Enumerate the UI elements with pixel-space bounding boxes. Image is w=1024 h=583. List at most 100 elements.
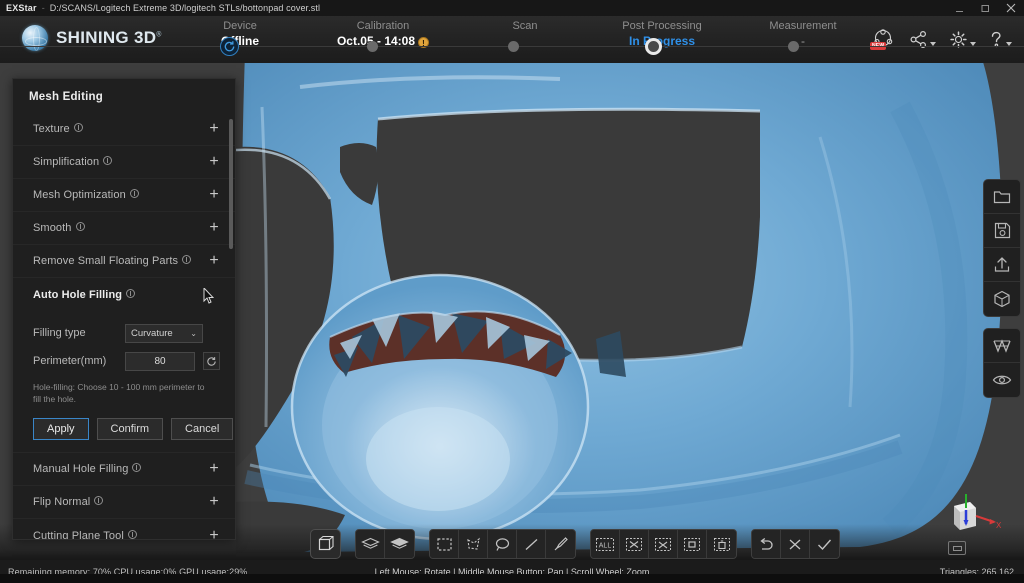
window-controls — [946, 0, 1024, 16]
info-icon[interactable] — [130, 189, 139, 198]
mesh-tool-label: Flip Normal — [33, 496, 103, 508]
plus-icon[interactable]: + — [207, 528, 221, 540]
panel-scrollbar[interactable] — [229, 119, 233, 249]
mesh-tool-cutting-plane-tool[interactable]: Cutting Plane Tool + — [13, 519, 235, 539]
mesh-tool-label: Auto Hole Filling — [33, 289, 135, 301]
step-post-processing-label: Post Processing — [582, 19, 742, 33]
step-measurement[interactable]: Measurement - — [723, 19, 883, 49]
select-through-layers-icon[interactable] — [356, 530, 385, 558]
reset-icon[interactable] — [203, 352, 220, 370]
export-upload-icon[interactable] — [984, 248, 1020, 282]
plus-icon[interactable]: + — [207, 461, 221, 477]
svg-text:ALL: ALL — [599, 542, 612, 549]
step-calibration[interactable]: Calibration Oct.05 - 14:08! — [303, 19, 463, 49]
confirm-button[interactable]: Confirm — [97, 418, 164, 440]
line-select-icon[interactable] — [517, 530, 546, 558]
lasso-select-icon[interactable] — [488, 530, 517, 558]
plus-icon[interactable]: + — [207, 253, 221, 269]
mesh-tool-texture[interactable]: Texture + — [13, 113, 235, 146]
mesh-tool-label: Texture — [33, 123, 83, 135]
plus-icon[interactable]: + — [207, 121, 221, 137]
view-tools-rail-secondary — [983, 328, 1021, 398]
filling-type-select[interactable]: Curvature ⌄ — [125, 324, 203, 343]
info-icon[interactable] — [128, 530, 137, 539]
mesh-tool-label: Smooth — [33, 222, 85, 234]
step-measurement-label: Measurement — [723, 19, 883, 33]
orientation-gizmo[interactable]: X — [932, 490, 1002, 548]
chevron-down-icon — [970, 42, 976, 46]
mesh-tool-auto-hole-filling[interactable]: Auto Hole Filling — [13, 278, 235, 311]
maximize-icon[interactable] — [972, 0, 998, 16]
title-separator: - — [42, 3, 45, 13]
step-dot-device[interactable] — [220, 37, 239, 56]
mesh-tool-label: Cutting Plane Tool — [33, 530, 137, 540]
step-device-label: Device — [160, 19, 320, 33]
mesh-tool-flip-normal[interactable]: Flip Normal + — [13, 486, 235, 519]
brush-select-icon[interactable] — [546, 530, 575, 558]
mesh-wireframe-icon[interactable] — [984, 329, 1020, 363]
mouse-cursor — [203, 288, 214, 309]
expand-selection-icon[interactable] — [678, 530, 707, 558]
step-calibration-label: Calibration — [303, 19, 463, 33]
close-icon[interactable] — [998, 0, 1024, 16]
perimeter-row: Perimeter(mm) 80 — [33, 347, 221, 375]
step-dot-measurement[interactable] — [788, 41, 799, 52]
plus-icon[interactable]: + — [207, 187, 221, 203]
undo-icon[interactable] — [752, 530, 781, 558]
selection-mode-group — [355, 529, 415, 559]
mesh-tool-simplification[interactable]: Simplification + — [13, 146, 235, 179]
selection-action-group: ALL — [590, 529, 737, 559]
deselect-all-icon[interactable] — [620, 530, 649, 558]
info-icon[interactable] — [126, 289, 135, 298]
polygon-select-icon[interactable] — [459, 530, 488, 558]
selection-toolbar: ALL — [310, 528, 840, 560]
plus-icon[interactable]: + — [207, 154, 221, 170]
exstar-application-window: EXStar - D:/SCANS/Logitech Extreme 3D/lo… — [0, 0, 1024, 583]
hole-filling-hint: Hole-filling: Choose 10 - 100 mm perimet… — [33, 381, 213, 405]
delete-selection-icon[interactable] — [707, 530, 736, 558]
step-scan[interactable]: Scan — [445, 19, 605, 33]
minimize-icon[interactable] — [946, 0, 972, 16]
info-icon[interactable] — [132, 463, 141, 472]
step-dot-calibration[interactable] — [367, 41, 378, 52]
apply-button[interactable]: Apply — [33, 418, 89, 440]
plus-icon[interactable]: + — [207, 494, 221, 510]
auto-hole-filling-actions: Apply Confirm Cancel — [33, 418, 221, 440]
mesh-tool-mesh-optimization[interactable]: Mesh Optimization + — [13, 179, 235, 212]
mesh-tool-remove-small-floating-parts[interactable]: Remove Small Floating Parts + — [13, 245, 235, 278]
brand-label: SHINING 3D — [56, 28, 156, 47]
cube-icon[interactable] — [984, 282, 1020, 316]
window-bottom-edge — [0, 574, 1024, 583]
panel-scroll-area[interactable]: Texture + Simplification + Mesh Optimiza… — [13, 113, 235, 539]
filling-type-row: Filling type Curvature ⌄ — [33, 319, 221, 347]
info-icon[interactable] — [74, 123, 83, 132]
info-icon[interactable] — [94, 496, 103, 505]
step-post-processing[interactable]: Post Processing In Progress — [582, 19, 742, 49]
rectangle-select-icon[interactable] — [430, 530, 459, 558]
select-all-icon[interactable]: ALL — [591, 530, 620, 558]
save-icon[interactable] — [984, 214, 1020, 248]
step-dot-scan[interactable] — [508, 41, 519, 52]
info-icon[interactable] — [103, 156, 112, 165]
perimeter-input[interactable]: 80 — [125, 352, 195, 371]
step-device[interactable]: Device Offline — [160, 19, 320, 49]
brand-name: SHINING 3D® — [56, 28, 162, 48]
folder-open-icon[interactable] — [984, 180, 1020, 214]
eye-visibility-icon[interactable] — [984, 363, 1020, 397]
invert-selection-icon[interactable] — [649, 530, 678, 558]
info-icon[interactable] — [76, 222, 85, 231]
mesh-tool-label: Remove Small Floating Parts — [33, 255, 191, 267]
chevron-down-icon: ⌄ — [190, 329, 197, 338]
mesh-tool-manual-hole-filling[interactable]: Manual Hole Filling + — [13, 453, 235, 486]
select-visible-only-icon[interactable] — [385, 530, 414, 558]
selection-shape-group — [429, 529, 576, 559]
bounding-box-icon[interactable] — [310, 529, 341, 559]
mesh-tool-smooth[interactable]: Smooth + — [13, 212, 235, 245]
info-icon[interactable] — [182, 255, 191, 264]
cancel-x-icon[interactable] — [781, 530, 810, 558]
plus-icon[interactable]: + — [207, 220, 221, 236]
mesh-tool-label: Mesh Optimization — [33, 189, 139, 201]
cancel-button[interactable]: Cancel — [171, 418, 233, 440]
step-dot-post-processing[interactable] — [645, 38, 662, 55]
confirm-check-icon[interactable] — [810, 530, 839, 558]
